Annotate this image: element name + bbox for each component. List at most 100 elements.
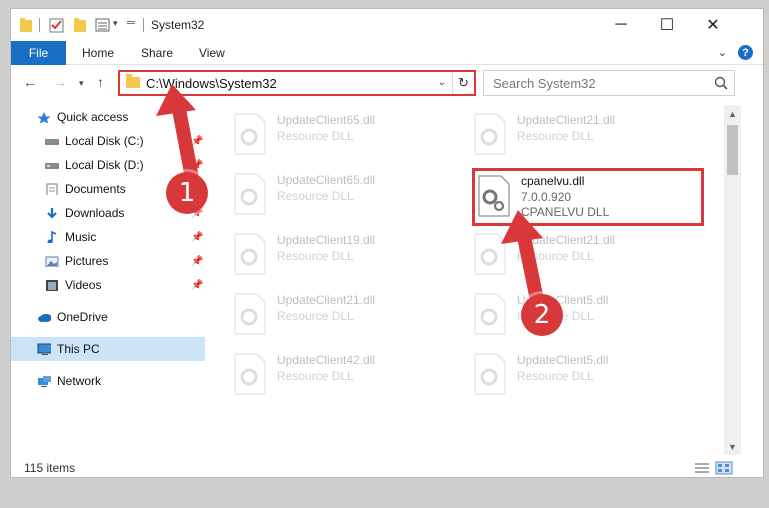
cloud-icon: [38, 314, 51, 322]
properties-icon[interactable]: [49, 17, 65, 33]
back-button[interactable]: ←: [23, 74, 37, 90]
sidebar-item-label: Videos: [65, 278, 102, 292]
dll-file-icon: [478, 175, 510, 217]
sidebar-item-videos[interactable]: Videos 📌: [11, 273, 205, 297]
file-type: Resource DLL: [277, 249, 354, 263]
file-item[interactable]: UpdateClient5.dll Resource DLL: [469, 289, 699, 349]
ribbon-tabs: File Home Share View ⌄ ?: [11, 41, 763, 65]
sidebar-item-label: Pictures: [65, 254, 109, 268]
file-item[interactable]: UpdateClient21.dll Resource DLL: [469, 109, 699, 169]
pictures-icon: [45, 256, 59, 267]
dll-file-icon: [474, 113, 506, 155]
file-item[interactable]: UpdateClient65.dll Resource DLL: [229, 109, 459, 169]
file-type: Resource DLL: [277, 309, 354, 323]
help-icon[interactable]: ?: [738, 45, 753, 60]
vertical-scrollbar[interactable]: ▲ ▼: [724, 105, 741, 455]
file-item[interactable]: UpdateClient42.dll Resource DLL: [229, 349, 459, 409]
expand-ribbon-chevron-icon[interactable]: ⌄: [718, 46, 727, 59]
quick-access-dropdown-icon[interactable]: ═: [127, 17, 135, 29]
up-button[interactable]: ↑: [97, 74, 104, 90]
customize-toolbar-chevron-icon[interactable]: ▾: [113, 18, 118, 29]
file-type: Resource DLL: [277, 189, 354, 203]
title-bar: ▾ ═ System32 ─ ☐ ✕: [11, 9, 763, 41]
file-item[interactable]: UpdateClient19.dll Resource DLL: [229, 229, 459, 289]
pin-icon[interactable]: 📌: [191, 280, 203, 291]
sidebar-item-label: Music: [65, 230, 97, 244]
sidebar-item-local-disk-d[interactable]: Local Disk (D:) 📌: [11, 153, 205, 177]
sidebar-item-label: Network: [57, 374, 102, 388]
refresh-button[interactable]: ↻: [452, 72, 474, 94]
file-type: Resource DLL: [517, 249, 594, 263]
file-item-cpanelvu[interactable]: cpanelvu.dll 7.0.0.920 CPANELVU DLL: [473, 169, 703, 225]
download-icon: [47, 208, 57, 219]
scroll-down-arrow-icon[interactable]: ▼: [724, 438, 741, 455]
forward-button[interactable]: →: [53, 74, 67, 90]
file-item[interactable]: UpdateClient65.dll Resource DLL: [229, 169, 459, 229]
sidebar-item-quick-access[interactable]: Quick access: [11, 105, 205, 129]
view-details-icon[interactable]: [95, 17, 111, 33]
pin-icon[interactable]: 📌: [191, 256, 203, 267]
sidebar-item-local-disk-c[interactable]: Local Disk (C:) 📌: [11, 129, 205, 153]
star-icon: [37, 112, 51, 123]
address-bar[interactable]: C:\Windows\System32 ⌄ ↻: [118, 70, 476, 96]
file-name: UpdateClient5.dll: [517, 353, 609, 367]
sidebar-item-music[interactable]: Music 📌: [11, 225, 205, 249]
file-type: Resource DLL: [277, 369, 354, 383]
dll-file-icon: [234, 233, 266, 275]
dll-file-icon: [234, 293, 266, 335]
window-title: System32: [151, 18, 205, 32]
pin-icon[interactable]: 📌: [191, 136, 203, 147]
network-icon: [38, 376, 51, 387]
file-item[interactable]: UpdateClient5.dll Resource DLL: [469, 349, 699, 409]
file-name: UpdateClient42.dll: [277, 353, 376, 367]
dll-file-icon: [474, 233, 506, 275]
file-version: 7.0.0.920: [521, 190, 572, 204]
file-name: UpdateClient65.dll: [277, 173, 376, 187]
file-type: Resource DLL: [517, 369, 594, 383]
search-icon[interactable]: [714, 76, 728, 90]
maximize-button[interactable]: ☐: [644, 9, 690, 41]
details-view-icon[interactable]: [693, 461, 711, 475]
file-description: CPANELVU DLL: [521, 205, 610, 219]
minimize-button[interactable]: ─: [598, 9, 644, 41]
tab-share[interactable]: Share: [141, 46, 173, 60]
drive-icon: [45, 139, 59, 145]
tiles-view-icon[interactable]: [715, 461, 733, 475]
sidebar-item-label: OneDrive: [57, 310, 108, 324]
sidebar-item-label: Local Disk (D:): [65, 158, 144, 172]
file-name: UpdateClient19.dll: [277, 233, 376, 247]
address-path[interactable]: C:\Windows\System32: [146, 76, 277, 91]
search-input[interactable]: Search System32: [483, 70, 735, 96]
folder-icon: [20, 18, 32, 32]
dll-file-icon: [474, 293, 506, 335]
close-button[interactable]: ✕: [690, 9, 736, 41]
scroll-thumb[interactable]: [727, 125, 738, 175]
tab-file[interactable]: File: [11, 41, 66, 65]
sidebar-item-onedrive[interactable]: OneDrive: [11, 305, 205, 329]
tab-view[interactable]: View: [199, 46, 225, 60]
sidebar-item-label: Documents: [65, 182, 126, 196]
folder-icon: [126, 74, 140, 88]
scroll-up-arrow-icon[interactable]: ▲: [724, 105, 741, 122]
file-name: UpdateClient65.dll: [277, 113, 376, 127]
address-dropdown-icon[interactable]: ⌄: [438, 77, 446, 88]
separator: [39, 18, 40, 32]
file-type: Resource DLL: [517, 129, 594, 143]
file-explorer-window: ▾ ═ System32 ─ ☐ ✕ File Home Share View …: [10, 8, 764, 478]
sidebar-item-network[interactable]: Network: [11, 369, 205, 393]
pin-icon[interactable]: 📌: [191, 160, 203, 171]
sidebar-item-label: Downloads: [65, 206, 125, 220]
sidebar-item-label: This PC: [57, 342, 100, 356]
file-type: Resource DLL: [277, 129, 354, 143]
pin-icon[interactable]: 📌: [191, 232, 203, 243]
file-item[interactable]: UpdateClient21.dll Resource DLL: [469, 229, 699, 289]
tab-home[interactable]: Home: [82, 46, 114, 60]
file-name: UpdateClient21.dll: [517, 113, 616, 127]
new-folder-icon[interactable]: [73, 17, 87, 33]
sidebar-item-pictures[interactable]: Pictures 📌: [11, 249, 205, 273]
recent-locations-chevron-icon[interactable]: ▾: [79, 78, 84, 89]
file-item[interactable]: UpdateClient21.dll Resource DLL: [229, 289, 459, 349]
sidebar-item-this-pc[interactable]: This PC: [11, 337, 205, 361]
dll-file-icon: [474, 353, 506, 395]
dll-file-icon: [234, 113, 266, 155]
